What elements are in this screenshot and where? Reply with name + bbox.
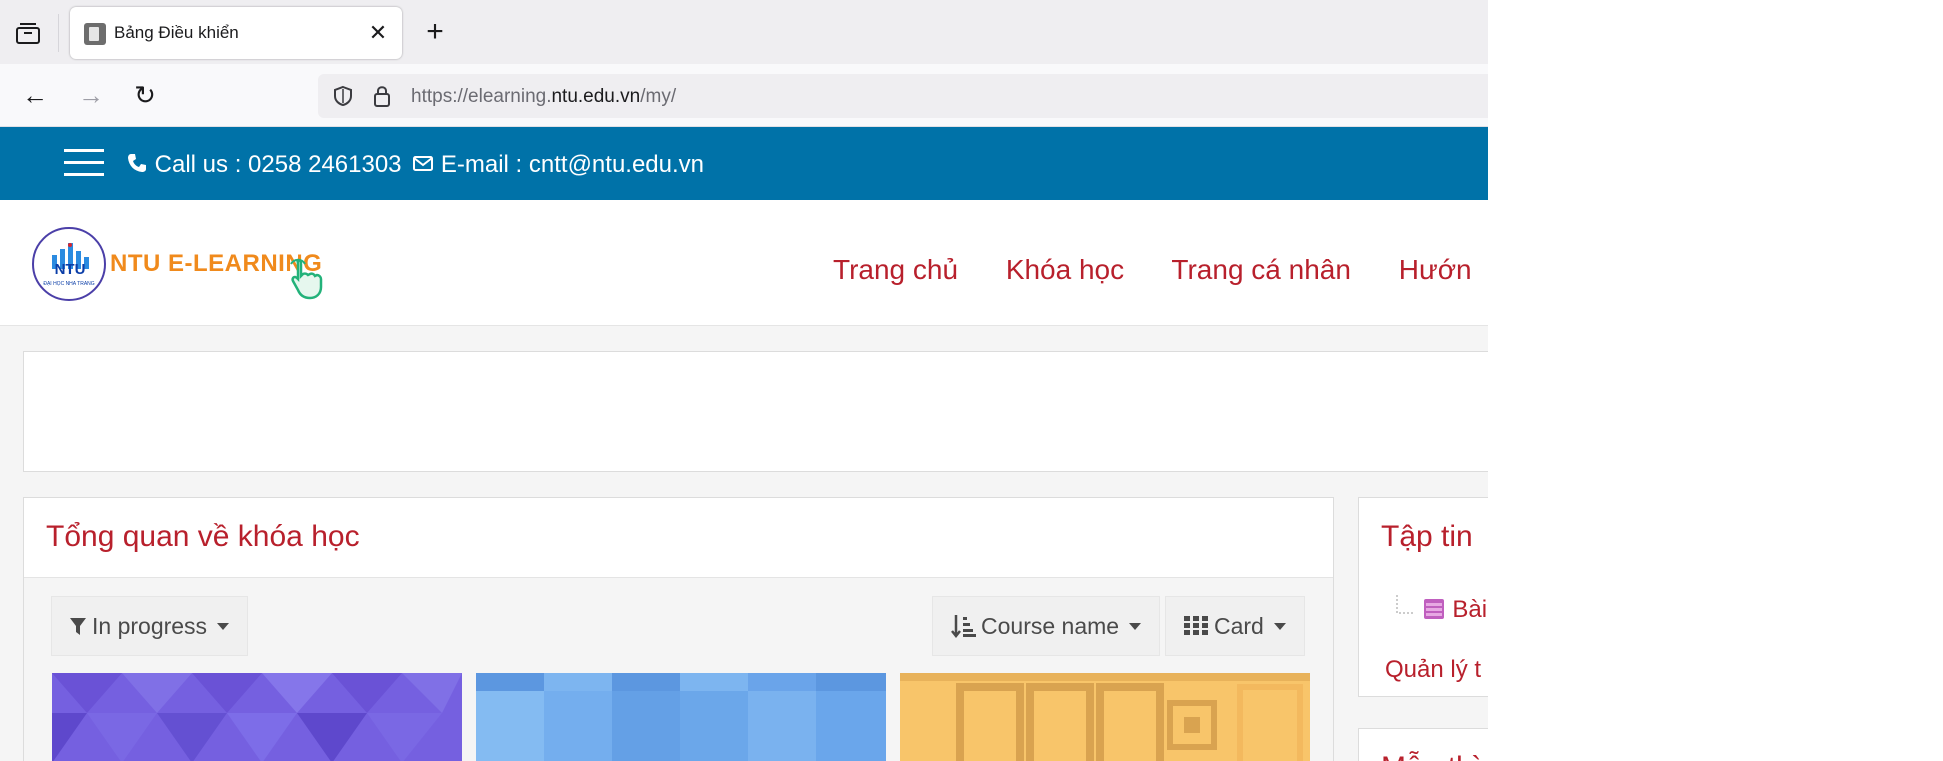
filter-label: In progress [92, 613, 208, 639]
private-files-title: Tập tin [1381, 520, 1473, 553]
main-menu: Trang chủ Khóa học Trang cá nhân Hướn [833, 254, 1488, 286]
forward-icon[interactable]: → [76, 80, 106, 110]
site-header: NTU ĐẠI HỌC NHA TRANG NTU E-LEARNING Tra… [0, 200, 1488, 326]
email-text: E-mail : cntt@ntu.edu.vn [440, 151, 705, 178]
url-text[interactable]: https://elearning.ntu.edu.vn/my/ [411, 86, 676, 108]
sort-icon [951, 615, 976, 639]
course-overview-header: Tổng quan về khóa học [24, 498, 1333, 578]
url-domain: ntu.edu.vn [551, 86, 641, 107]
url-prefix: https://elearning. [411, 86, 552, 107]
lock-icon[interactable] [372, 84, 392, 108]
pointing-hand-icon [290, 258, 323, 300]
course-overview-block: Tổng quan về khóa học In progress Course… [23, 497, 1334, 761]
tab-overview-icon[interactable] [14, 22, 42, 46]
envelope-icon [413, 156, 434, 171]
caret-down-icon [1129, 623, 1142, 630]
logo-subtext: ĐẠI HỌC NHA TRANG [43, 281, 95, 287]
archive-file-icon [1423, 599, 1444, 619]
logo-mark: NTU [54, 261, 86, 278]
caret-down-icon [217, 623, 230, 630]
course-card-image[interactable] [52, 673, 462, 761]
menu-item-profile[interactable]: Trang cá nhân [1171, 254, 1351, 285]
phone-icon [128, 154, 146, 172]
filter-icon [70, 618, 86, 635]
tracking-shield-icon[interactable] [332, 85, 354, 107]
menu-item-courses[interactable]: Khóa học [1006, 254, 1124, 285]
back-icon[interactable]: ← [20, 80, 50, 110]
course-card-image[interactable] [900, 673, 1310, 761]
sort-dropdown[interactable]: Course name [932, 596, 1161, 656]
phone-text: Call us : 0258 2461303 [154, 151, 402, 178]
menu-item-guide[interactable]: Hướn [1399, 254, 1472, 285]
reload-icon[interactable]: ↻ [130, 80, 160, 110]
private-files-block: Tập tin Bài Quản lý t [1358, 497, 1488, 697]
course-overview-body: In progress Course name Card [24, 578, 1333, 761]
url-path: /my/ [640, 86, 677, 107]
course-card-image[interactable] [476, 673, 886, 761]
browser-tab-active[interactable]: Bảng Điều khiển ✕ [70, 7, 402, 59]
caret-down-icon [1273, 623, 1286, 630]
empty-block [23, 351, 1488, 472]
tab-title: Bảng Điều khiển [114, 23, 239, 42]
tab-divider [58, 14, 59, 52]
address-bar[interactable]: https://elearning.ntu.edu.vn/my/ [318, 74, 1488, 118]
sort-label: Course name [981, 613, 1120, 639]
file-tree-connector [1396, 595, 1413, 614]
ntu-logo[interactable]: NTU ĐẠI HỌC NHA TRANG [32, 227, 106, 301]
close-tab-icon[interactable]: ✕ [366, 21, 390, 45]
contact-info: Call us : 0258 2461303 E-mail : cntt@ntu… [126, 151, 704, 179]
manage-files-link[interactable]: Quản lý t [1385, 656, 1481, 684]
menu-item-home[interactable]: Trang chủ [833, 254, 958, 285]
template-block-title: Mẫu thì [1381, 751, 1481, 761]
file-item[interactable]: Bài [1395, 595, 1487, 624]
contact-topbar: Call us : 0258 2461303 E-mail : cntt@ntu… [0, 127, 1488, 200]
site-favicon-icon [84, 23, 106, 45]
browser-viewport: Bảng Điều khiển ✕ + ← → ↻ https://elearn… [0, 0, 1488, 761]
grid-view-icon [1184, 616, 1208, 635]
file-name: Bài [1452, 596, 1488, 623]
course-overview-title: Tổng quan về khóa học [46, 520, 360, 553]
menu-toggle-icon[interactable] [64, 149, 104, 179]
new-tab-icon[interactable]: + [420, 17, 450, 48]
progress-filter-dropdown[interactable]: In progress [51, 596, 249, 656]
template-block: Mẫu thì [1358, 728, 1488, 761]
view-label: Card [1214, 613, 1264, 639]
navigation-toolbar: ← → ↻ https://elearning.ntu.edu.vn/my/ [0, 64, 1488, 127]
tab-strip: Bảng Điều khiển ✕ + [0, 0, 1488, 64]
view-dropdown[interactable]: Card [1165, 596, 1305, 656]
